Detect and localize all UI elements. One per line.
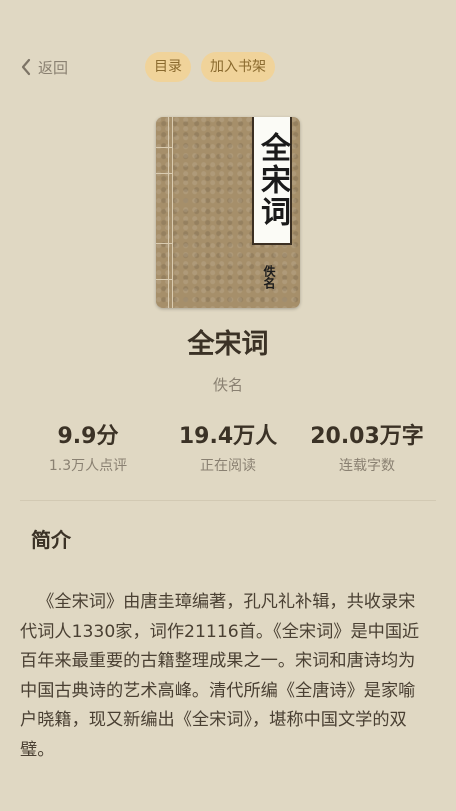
back-label: 返回 bbox=[38, 58, 69, 77]
stat-word-count: 20.03万字 连载字数 bbox=[287, 421, 447, 475]
cover-binding bbox=[156, 173, 172, 174]
book-title: 全宋词 bbox=[187, 329, 269, 360]
book-cover: 全宋词 佚名 bbox=[156, 117, 300, 308]
intro-heading: 简介 bbox=[31, 528, 71, 552]
divider bbox=[20, 500, 436, 501]
add-to-bookshelf-button[interactable]: 加入书架 bbox=[201, 52, 275, 82]
cover-author: 佚名 bbox=[262, 265, 276, 289]
stat-value: 9.9分 bbox=[57, 424, 119, 449]
cover-binding bbox=[156, 279, 172, 280]
stat-readers: 19.4万人 正在阅读 bbox=[148, 421, 308, 475]
stat-value: 20.03万字 bbox=[310, 424, 424, 449]
cover-spine-line bbox=[172, 117, 173, 308]
top-bar: 返回 目录 加入书架 bbox=[0, 48, 456, 86]
stat-value: 19.4万人 bbox=[178, 424, 278, 449]
book-stats: 9.9分 1.3万人点评 19.4万人 正在阅读 20.03万字 连载字数 bbox=[0, 421, 456, 481]
cover-title: 全宋词 bbox=[255, 132, 290, 228]
intro-text: 《全宋词》由唐圭璋编著，孔凡礼补辑，共收录宋代词人1330家，词作21116首。… bbox=[20, 592, 420, 760]
stat-label: 正在阅读 bbox=[200, 458, 256, 474]
book-author: 佚名 bbox=[212, 376, 243, 394]
cover-binding bbox=[156, 147, 172, 148]
stat-label: 连载字数 bbox=[339, 458, 395, 474]
stat-rating: 9.9分 1.3万人点评 bbox=[8, 421, 168, 475]
cover-binding bbox=[156, 243, 172, 244]
chevron-left-icon bbox=[20, 58, 32, 76]
stat-label: 1.3万人点评 bbox=[48, 458, 128, 474]
back-button[interactable]: 返回 bbox=[20, 54, 68, 80]
cover-title-strip: 全宋词 bbox=[252, 117, 292, 245]
catalog-button[interactable]: 目录 bbox=[145, 52, 191, 82]
